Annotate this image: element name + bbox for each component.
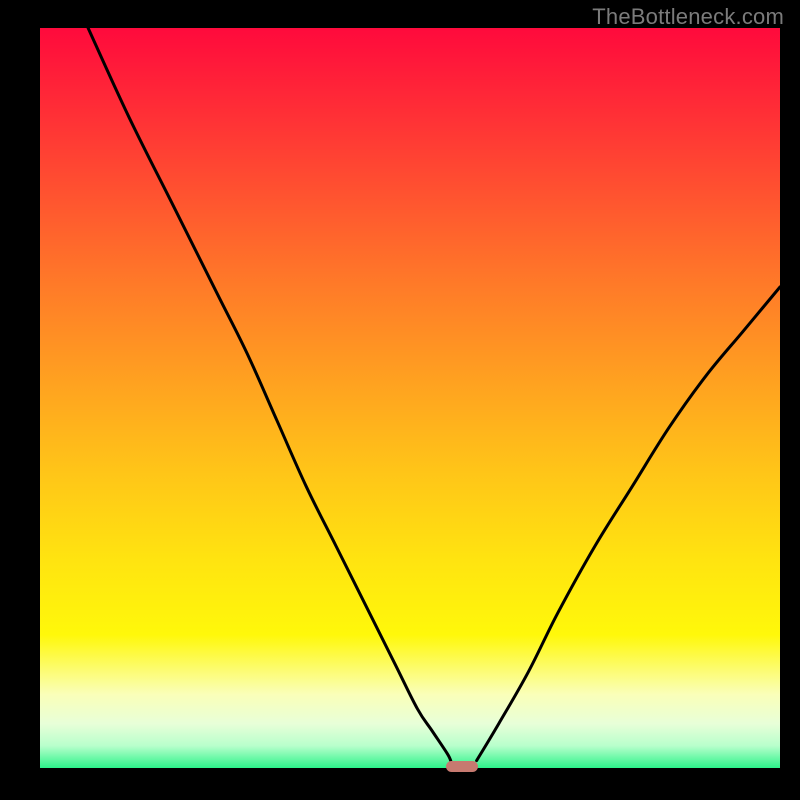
curve-left-branch bbox=[88, 28, 451, 761]
bottleneck-curve bbox=[40, 28, 780, 768]
watermark-text: TheBottleneck.com bbox=[592, 4, 784, 30]
optimum-marker bbox=[446, 761, 479, 772]
curve-right-branch bbox=[477, 287, 780, 761]
plot-area bbox=[40, 28, 780, 768]
chart-frame: TheBottleneck.com bbox=[0, 0, 800, 800]
